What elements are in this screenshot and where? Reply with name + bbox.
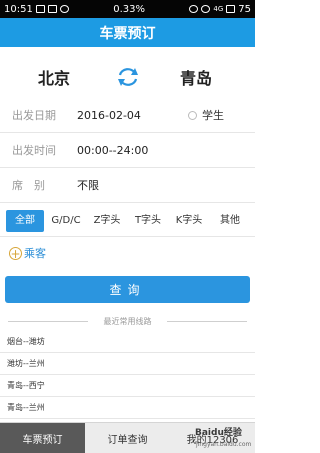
- seat-row[interactable]: 席 别 不限: [0, 168, 255, 203]
- tab-gdc[interactable]: G/D/C: [46, 210, 86, 232]
- network-type: 4G: [213, 5, 224, 13]
- tab-all[interactable]: 全部: [6, 210, 44, 232]
- train-type-tabs: 全部 G/D/C Z字头 T字头 K字头 其他: [0, 206, 255, 237]
- tab-k[interactable]: K字头: [169, 210, 209, 232]
- divider-left: [8, 321, 88, 322]
- title-bar: 车票预订: [0, 18, 255, 47]
- tab-t[interactable]: T字头: [128, 210, 168, 232]
- swap-stations-icon[interactable]: [116, 66, 140, 88]
- student-checkbox[interactable]: [188, 110, 197, 120]
- plus-icon[interactable]: +: [9, 246, 22, 260]
- list-item[interactable]: 潍坊--兰州: [0, 353, 255, 375]
- status-right: 4G 75: [189, 4, 251, 15]
- baidu-watermark: Baidu经验: [195, 428, 242, 438]
- data-percent: 0.33%: [113, 3, 145, 15]
- list-item[interactable]: 青岛--西宁: [0, 375, 255, 397]
- list-item[interactable]: 烟台--潍坊: [0, 331, 255, 353]
- time-row[interactable]: 出发时间 00:00--24:00: [0, 133, 255, 168]
- from-station[interactable]: 北京: [38, 65, 70, 89]
- clock: 10:51: [4, 3, 33, 15]
- image-notification-icon: [35, 5, 45, 13]
- recent-routes-title: 最近常用线路: [103, 316, 152, 326]
- recent-routes-header: 最近常用线路: [0, 314, 255, 328]
- nav-order-query[interactable]: 订单查询: [85, 423, 170, 453]
- date-value[interactable]: 2016-02-04: [77, 109, 141, 122]
- date-label: 出发日期: [12, 109, 56, 122]
- tab-other[interactable]: 其他: [211, 210, 249, 232]
- student-option[interactable]: 学生: [188, 107, 224, 123]
- status-bar: 10:51 0.33% 4G 75: [0, 0, 255, 18]
- page-title: 车票预订: [99, 25, 156, 42]
- wifi-icon: [201, 5, 211, 13]
- time-label: 出发时间: [12, 144, 56, 157]
- watermark-url: jingyan.baidu.com: [196, 441, 252, 448]
- divider-right: [167, 321, 247, 322]
- date-row[interactable]: 出发日期 2016-02-04 学生: [0, 98, 255, 133]
- seat-value[interactable]: 不限: [77, 177, 99, 193]
- battery-level: 75: [238, 3, 251, 15]
- signal-icon: [226, 5, 236, 13]
- seat-label: 席 别: [12, 179, 45, 192]
- passenger-label: 乘客: [24, 247, 46, 260]
- nav-ticket-booking[interactable]: 车票预订: [0, 423, 85, 453]
- station-selector: 北京 青岛: [0, 58, 255, 96]
- to-station[interactable]: 青岛: [180, 65, 212, 89]
- message-notification-icon: [47, 5, 57, 13]
- alarm-icon: [189, 5, 199, 13]
- status-left: 10:51: [4, 4, 69, 15]
- app-notification-icon: [59, 5, 69, 13]
- list-item[interactable]: 青岛--兰州: [0, 397, 255, 419]
- tab-z[interactable]: Z字头: [87, 210, 127, 232]
- add-passenger[interactable]: + 乘客: [9, 245, 46, 261]
- query-button[interactable]: 查询: [5, 276, 250, 303]
- time-value[interactable]: 00:00--24:00: [77, 144, 148, 157]
- student-label: 学生: [202, 109, 224, 122]
